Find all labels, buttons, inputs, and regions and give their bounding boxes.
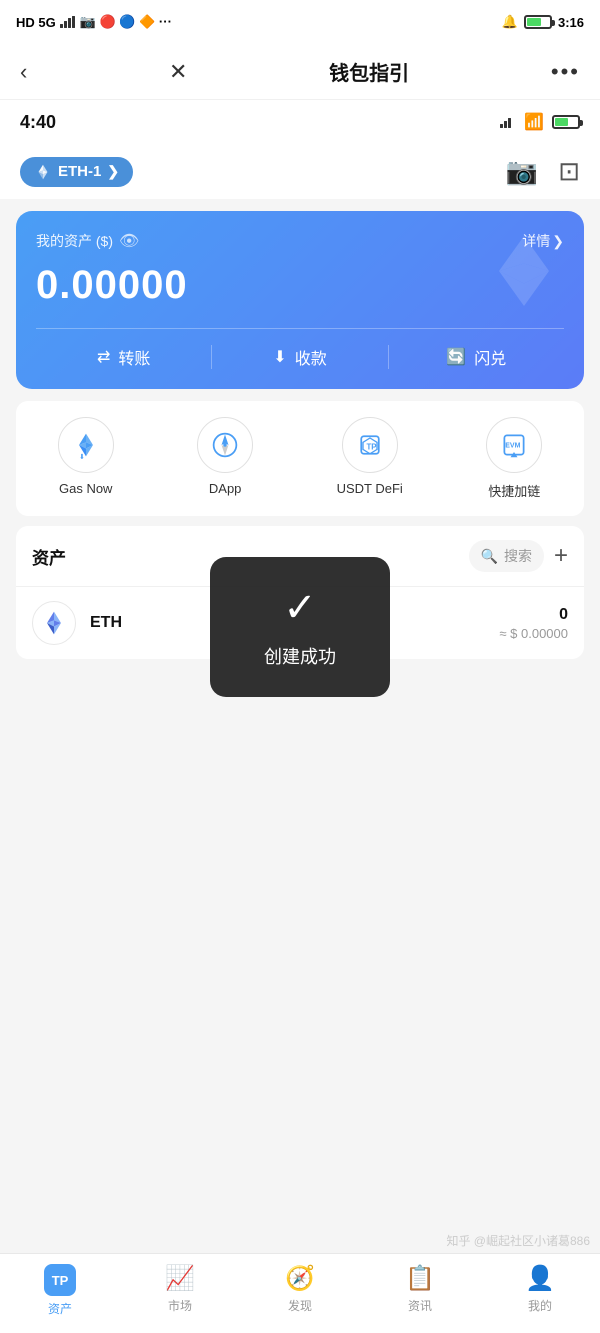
evm-chain-icon-circle: EVM xyxy=(486,417,542,473)
usdt-defi-icon-circle: TP xyxy=(342,417,398,473)
chain-name: ETH-1 xyxy=(58,163,101,180)
watermark: 知乎 @崛起社区小诸葛886 xyxy=(446,1232,590,1249)
usdt-defi-icon: TP xyxy=(356,431,384,459)
nav-item-profile[interactable]: 👤 我的 xyxy=(480,1264,600,1314)
assets-section: 资产 🔍 搜索 + xyxy=(16,526,584,659)
dapp-icon-circle xyxy=(197,417,253,473)
assets-title: 资产 xyxy=(32,544,66,569)
nav-discover-label: 发现 xyxy=(288,1297,312,1314)
discover-icon: 🧭 xyxy=(285,1264,315,1293)
asset-card: 我的资产 ($) 👁 详情 ❯ 0.00000 ⇄ 转账 ⬇ 收款 xyxy=(16,211,584,389)
assets-header: 资产 🔍 搜索 + xyxy=(16,526,584,586)
status-carrier: HD 5G 📷 🔴 🔵 🔶 ··· xyxy=(16,14,172,30)
quick-action-evm-chain[interactable]: EVM 快捷加链 xyxy=(486,417,542,500)
eye-icon[interactable]: 👁 xyxy=(119,231,139,251)
nav-profile-label: 我的 xyxy=(528,1297,552,1314)
add-asset-button[interactable]: + xyxy=(554,542,568,570)
assets-search-area: 🔍 搜索 + xyxy=(469,540,568,572)
nav-assets-label: 资产 xyxy=(48,1300,72,1317)
search-box[interactable]: 🔍 搜索 xyxy=(469,540,544,572)
profile-icon: 👤 xyxy=(525,1264,555,1293)
search-placeholder: 搜索 xyxy=(504,546,532,566)
nav-news-label: 资讯 xyxy=(408,1297,432,1314)
transfer-icon: ⇄ xyxy=(97,347,110,367)
status-bar: HD 5G 📷 🔴 🔵 🔶 ··· 🔔 3:16 xyxy=(0,0,600,44)
swap-button[interactable]: 🔄 闪兑 xyxy=(389,345,564,369)
asset-actions: ⇄ 转账 ⬇ 收款 🔄 闪兑 xyxy=(36,328,564,369)
close-button[interactable]: ✕ xyxy=(169,59,187,85)
nav-item-discover[interactable]: 🧭 发现 xyxy=(240,1264,360,1314)
asset-label: 我的资产 ($) 👁 xyxy=(36,231,139,251)
detail-link[interactable]: 详情 ❯ xyxy=(522,231,564,251)
bell-icon: 🔔 xyxy=(502,14,518,30)
quick-action-dapp[interactable]: DApp xyxy=(197,417,253,500)
svg-text:TP: TP xyxy=(366,442,376,451)
svg-text:EVM: EVM xyxy=(506,443,521,450)
chain-badge[interactable]: ETH-1 ❯ xyxy=(20,157,133,187)
nav-item-news[interactable]: 📋 资讯 xyxy=(360,1264,480,1314)
camera-button[interactable]: 📷 xyxy=(506,156,538,187)
search-icon: 🔍 xyxy=(481,548,498,565)
clock-time: 3:16 xyxy=(558,15,584,30)
nav-item-assets[interactable]: TP 资产 xyxy=(0,1264,120,1317)
nav-bar: ‹ ✕ 钱包指引 ••• xyxy=(0,44,600,100)
quick-action-gas-now[interactable]: ⬇ Gas Now xyxy=(58,417,114,500)
back-button[interactable]: ‹ xyxy=(20,59,27,85)
evm-icon: EVM xyxy=(500,431,528,459)
page-title: 钱包指引 xyxy=(329,57,409,86)
eth-icon xyxy=(32,601,76,645)
status-right: 🔔 3:16 xyxy=(502,14,584,30)
transfer-button[interactable]: ⇄ 转账 xyxy=(36,345,211,369)
eth-amount: 0 xyxy=(499,606,568,624)
dapp-compass-icon xyxy=(211,431,239,459)
news-icon: 📋 xyxy=(405,1264,435,1293)
eth-gas-icon: ⬇ xyxy=(72,431,100,459)
detail-chevron-icon: ❯ xyxy=(552,233,564,250)
quick-action-usdt-defi[interactable]: TP USDT DeFi xyxy=(337,417,403,500)
inner-battery-icon xyxy=(552,115,580,129)
evm-chain-label: 快捷加链 xyxy=(488,481,540,500)
receive-icon: ⬇ xyxy=(273,347,286,367)
swap-icon: 🔄 xyxy=(446,347,466,367)
inner-signal-icon xyxy=(500,116,516,128)
market-icon: 📈 xyxy=(165,1264,195,1293)
chain-actions: 📷 ⊡ xyxy=(506,156,580,187)
main-content: 4:40 📶 xyxy=(0,100,600,1253)
scan-button[interactable]: ⊡ xyxy=(558,156,580,187)
carrier-text: HD 5G xyxy=(16,15,56,30)
eth-name: ETH xyxy=(90,614,499,632)
inner-status-bar: 4:40 📶 xyxy=(0,100,600,144)
battery-icon xyxy=(524,15,552,29)
quick-actions-grid: ⬇ Gas Now DApp xyxy=(16,401,584,516)
bottom-nav: TP 资产 📈 市场 🧭 发现 📋 资讯 👤 我的 xyxy=(0,1253,600,1333)
signal-icon xyxy=(60,16,76,28)
tp-logo-icon: TP xyxy=(44,1264,76,1296)
eth-logo-icon xyxy=(40,609,68,637)
gas-now-label: Gas Now xyxy=(59,481,112,496)
eth-usd: ≈ $ 0.00000 xyxy=(499,626,568,641)
receive-button[interactable]: ⬇ 收款 xyxy=(212,345,387,369)
inner-status-icons: 📶 xyxy=(500,112,580,132)
chain-selector-row: ETH-1 ❯ 📷 ⊡ xyxy=(0,144,600,199)
inner-wifi-icon: 📶 xyxy=(524,112,544,132)
svg-text:⬇: ⬇ xyxy=(79,453,85,459)
more-button[interactable]: ••• xyxy=(551,59,580,85)
inner-time: 4:40 xyxy=(20,112,56,133)
asset-item-eth[interactable]: ETH 0 ≈ $ 0.00000 xyxy=(16,586,584,659)
eth-values: 0 ≈ $ 0.00000 xyxy=(499,606,568,641)
nav-market-label: 市场 xyxy=(168,1297,192,1314)
eth-small-icon xyxy=(34,163,52,181)
chain-chevron-icon: ❯ xyxy=(107,163,119,180)
phone-screen: 4:40 📶 xyxy=(0,100,600,659)
usdt-defi-label: USDT DeFi xyxy=(337,481,403,496)
dapp-label: DApp xyxy=(209,481,242,496)
nav-item-market[interactable]: 📈 市场 xyxy=(120,1264,240,1314)
gas-now-icon-circle: ⬇ xyxy=(58,417,114,473)
status-icons: 📷 🔴 🔵 🔶 ··· xyxy=(80,14,172,30)
